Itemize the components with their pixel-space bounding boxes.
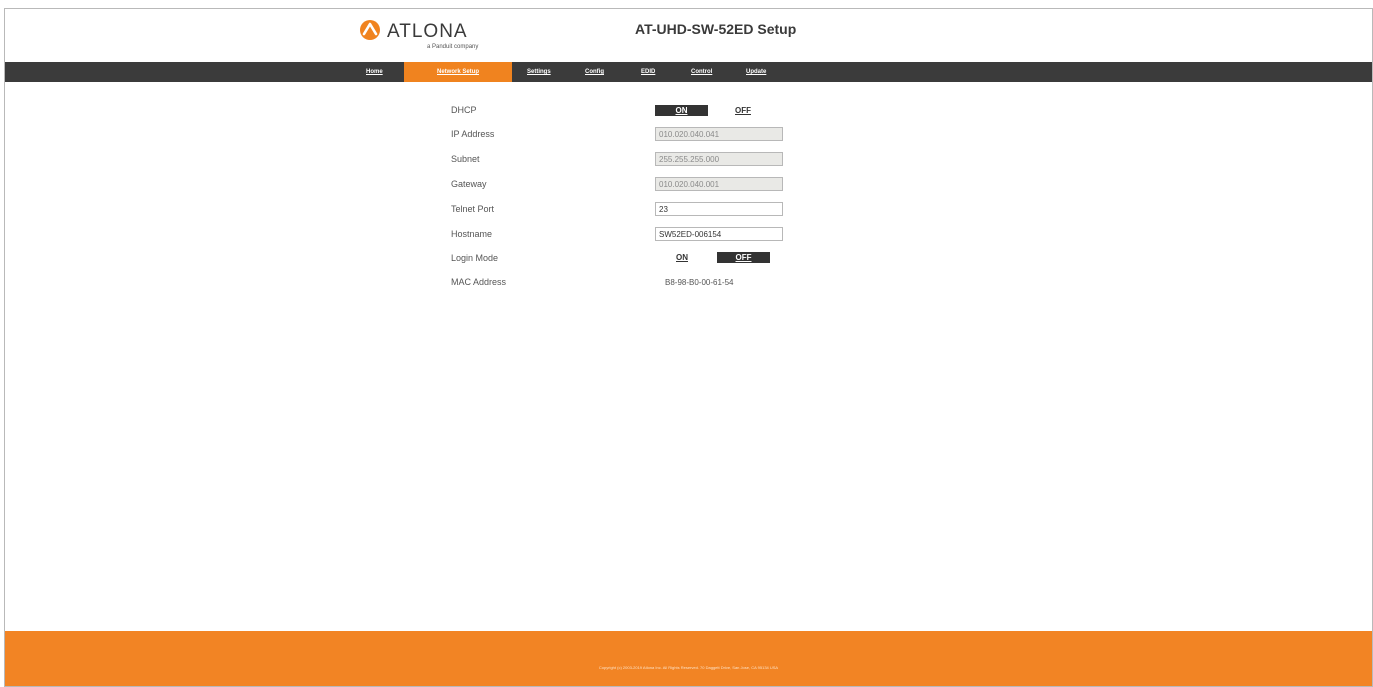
nav-bar: Home Network Setup Settings Config EDID … bbox=[5, 62, 1372, 82]
ip-address-field[interactable] bbox=[655, 127, 783, 141]
nav-control[interactable]: Control bbox=[691, 62, 712, 82]
nav-network-setup[interactable]: Network Setup bbox=[404, 62, 512, 82]
nav-update[interactable]: Update bbox=[746, 62, 766, 82]
nav-home[interactable]: Home bbox=[366, 62, 383, 82]
footer-copyright: Copyright (c) 2003-2019 Atlona Inc. All … bbox=[598, 665, 779, 670]
login-mode-off-button[interactable]: OFF bbox=[717, 252, 770, 263]
header: ATLONA a Panduit company AT-UHD-SW-52ED … bbox=[5, 9, 1372, 62]
nav-edid[interactable]: EDID bbox=[641, 62, 655, 82]
subnet-field[interactable] bbox=[655, 152, 783, 166]
logo-tagline: a Panduit company bbox=[427, 44, 479, 50]
mac-address-label: MAC Address bbox=[451, 277, 507, 287]
telnet-port-label: Telnet Port bbox=[451, 204, 495, 214]
ip-address-label: IP Address bbox=[451, 129, 495, 139]
subnet-label: Subnet bbox=[451, 154, 480, 164]
login-mode-label: Login Mode bbox=[451, 253, 499, 263]
page-title: AT-UHD-SW-52ED Setup bbox=[635, 21, 797, 37]
telnet-port-field[interactable] bbox=[655, 202, 783, 216]
mac-address-value: B8-98-B0-00-61-54 bbox=[665, 278, 734, 287]
logo-wordmark: ATLONA bbox=[387, 21, 468, 42]
atlona-logo: ATLONA a Panduit company bbox=[357, 17, 487, 53]
footer: Copyright (c) 2003-2019 Atlona Inc. All … bbox=[5, 631, 1372, 686]
dhcp-off-button[interactable]: OFF bbox=[725, 105, 761, 116]
dhcp-label: DHCP bbox=[451, 105, 477, 115]
nav-settings[interactable]: Settings bbox=[527, 62, 551, 82]
gateway-field[interactable] bbox=[655, 177, 783, 191]
atlona-logo-icon bbox=[360, 20, 380, 40]
dhcp-on-button[interactable]: ON bbox=[655, 105, 708, 116]
nav-config[interactable]: Config bbox=[585, 62, 604, 82]
hostname-field[interactable] bbox=[655, 227, 783, 241]
app-window: ATLONA a Panduit company AT-UHD-SW-52ED … bbox=[4, 8, 1373, 687]
hostname-label: Hostname bbox=[451, 229, 493, 239]
gateway-label: Gateway bbox=[451, 179, 487, 189]
login-mode-on-button[interactable]: ON bbox=[667, 252, 697, 263]
